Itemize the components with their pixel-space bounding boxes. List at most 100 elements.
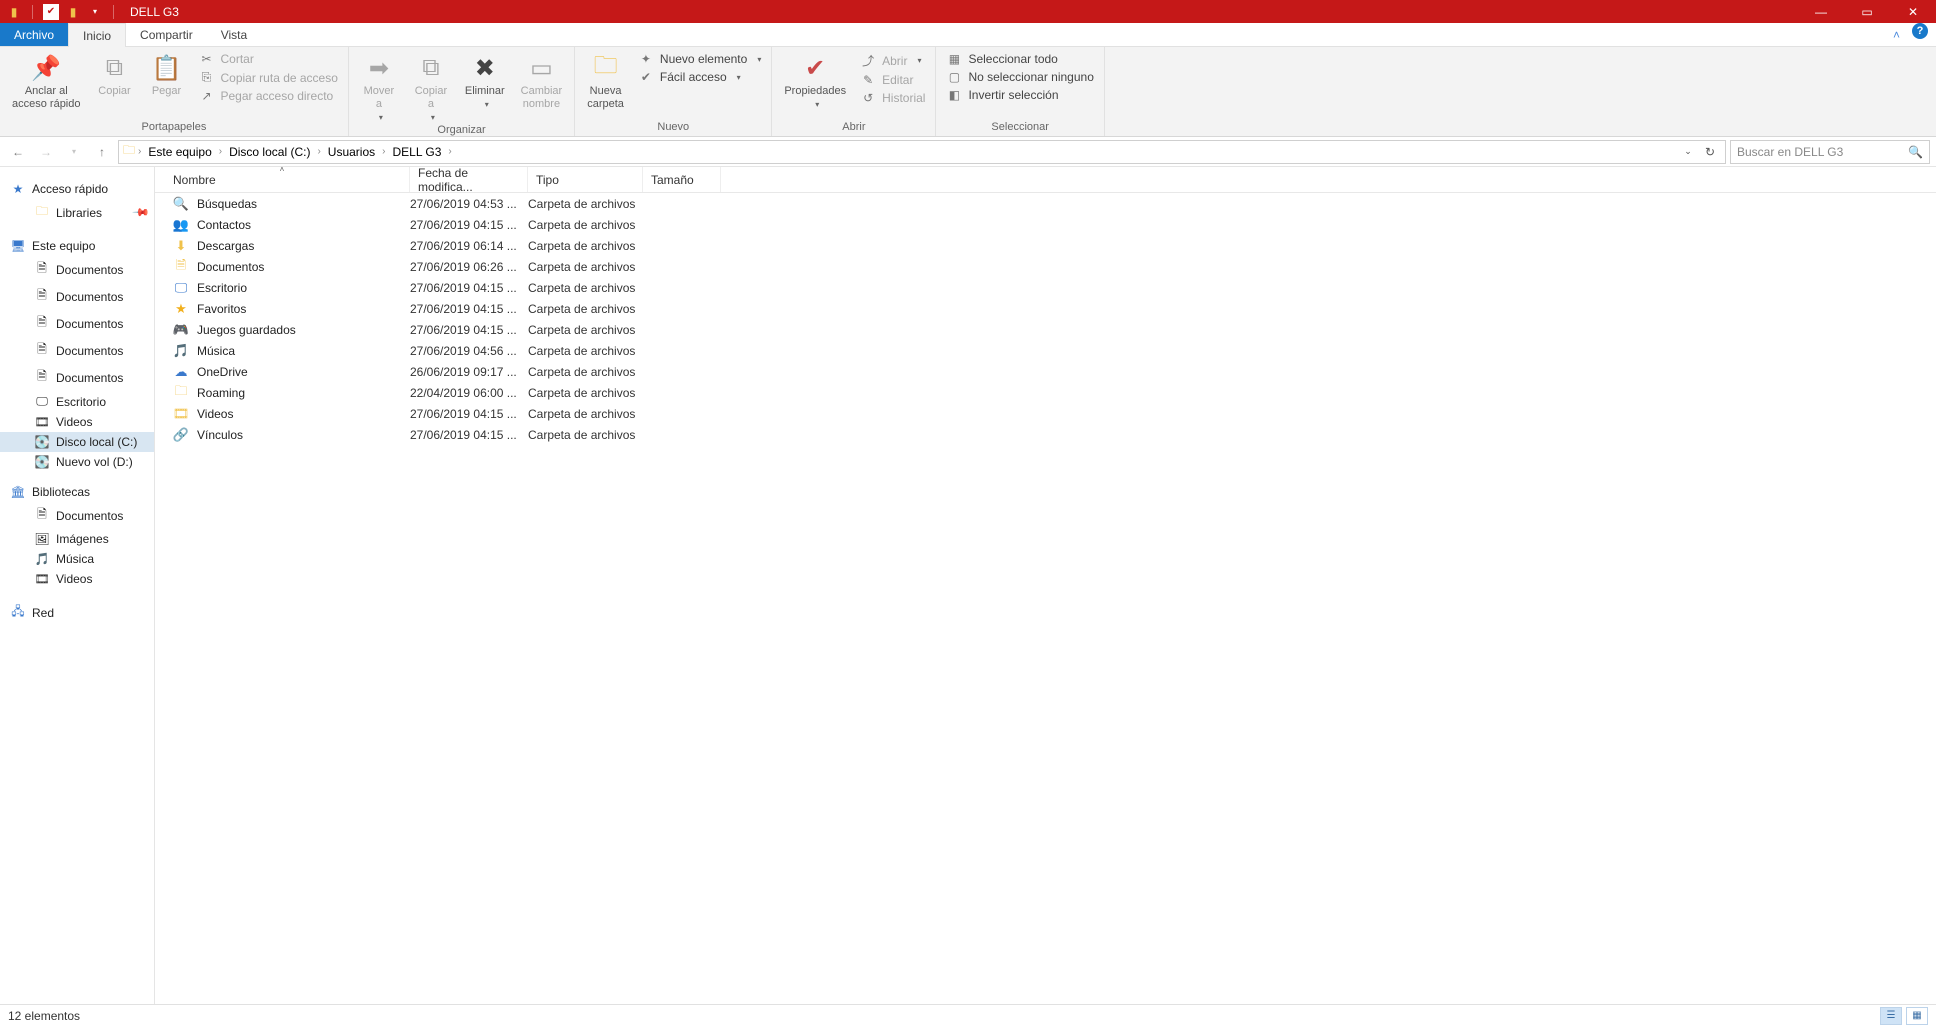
breadcrumb-segment[interactable]: Usuarios: [324, 141, 379, 163]
delete-button[interactable]: ✖Eliminar: [459, 49, 511, 109]
up-button[interactable]: ↑: [90, 140, 114, 164]
chevron-right-icon[interactable]: ›: [447, 141, 452, 163]
copy-path-button[interactable]: ⎘Copiar ruta de acceso: [195, 69, 342, 86]
tab-compartir[interactable]: Compartir: [126, 23, 207, 46]
file-row[interactable]: 🎮Juegos guardados27/06/2019 04:15 ...Car…: [155, 319, 1936, 340]
address-bar[interactable]: 🗀 › Este equipo › Disco local (C:) › Usu…: [118, 140, 1726, 164]
maximize-button[interactable]: ▭: [1844, 0, 1890, 23]
navigation-tree[interactable]: ★Acceso rápido 🗀Libraries📌 🖥Este equipo …: [0, 167, 155, 1004]
select-all-button[interactable]: ▦Seleccionar todo: [942, 51, 1097, 67]
copy-button[interactable]: ⧉ Copiar: [91, 49, 139, 98]
column-size[interactable]: Tamaño: [643, 167, 721, 192]
tree-this-pc[interactable]: 🖥Este equipo: [0, 236, 154, 256]
ribbon-group-label: Organizar: [355, 122, 568, 139]
chevron-right-icon[interactable]: ›: [137, 141, 142, 163]
tree-item[interactable]: 🗎Documentos: [0, 283, 154, 310]
column-date[interactable]: Fecha de modifica...: [410, 167, 528, 192]
edit-button[interactable]: ✎Editar: [856, 72, 929, 88]
paste-icon: 📋: [152, 53, 182, 83]
tree-item[interactable]: 💽Nuevo vol (D:): [0, 452, 154, 472]
tree-item[interactable]: 🎞Videos: [0, 569, 154, 589]
file-row[interactable]: ☁OneDrive26/06/2019 09:17 ...Carpeta de …: [155, 361, 1936, 382]
search-icon[interactable]: 🔍: [1908, 145, 1923, 159]
paste-button[interactable]: 📋 Pegar: [143, 49, 191, 98]
file-type: Carpeta de archivos: [528, 218, 643, 232]
view-details-button[interactable]: ☰: [1880, 1007, 1902, 1025]
collapse-ribbon-button[interactable]: ˄: [1885, 23, 1908, 46]
copy-to-button[interactable]: ⧉Copiar a: [407, 49, 455, 122]
tree-libraries-root[interactable]: 🏛Bibliotecas: [0, 482, 154, 502]
tab-inicio[interactable]: Inicio: [68, 23, 126, 47]
select-none-button[interactable]: ▢No seleccionar ninguno: [942, 69, 1097, 85]
tree-item[interactable]: 🗎Documentos: [0, 364, 154, 391]
file-row[interactable]: 🔗Vínculos27/06/2019 04:15 ...Carpeta de …: [155, 424, 1936, 445]
menu-bar: Archivo Inicio Compartir Vista ˄ ?: [0, 23, 1936, 47]
tree-quick-access[interactable]: ★Acceso rápido: [0, 179, 154, 199]
tree-item[interactable]: 🎵Música: [0, 549, 154, 569]
tab-vista[interactable]: Vista: [207, 23, 261, 46]
address-dropdown[interactable]: ⌄: [1677, 141, 1699, 163]
file-row[interactable]: 🔍Búsquedas27/06/2019 04:53 ...Carpeta de…: [155, 193, 1936, 214]
tree-item[interactable]: 💽Disco local (C:): [0, 432, 154, 452]
file-icon: ☁: [173, 364, 189, 380]
view-large-button[interactable]: ▦: [1906, 1007, 1928, 1025]
rename-button[interactable]: ▭Cambiar nombre: [515, 49, 569, 111]
tree-item[interactable]: 🗎Documentos: [0, 337, 154, 364]
cut-button[interactable]: ✂Cortar: [195, 51, 342, 67]
column-type[interactable]: Tipo: [528, 167, 643, 192]
file-icon: 🎮: [173, 322, 189, 338]
open-button[interactable]: ⤴Abrir: [856, 51, 929, 70]
file-row[interactable]: 🗎Documentos27/06/2019 06:26 ...Carpeta d…: [155, 256, 1936, 277]
breadcrumb-segment[interactable]: Este equipo: [144, 141, 215, 163]
back-button[interactable]: ←: [6, 140, 30, 164]
new-folder-button[interactable]: 🗀Nueva carpeta: [581, 49, 630, 111]
chevron-right-icon[interactable]: ›: [316, 141, 321, 163]
file-row[interactable]: 🎵Música27/06/2019 04:56 ...Carpeta de ar…: [155, 340, 1936, 361]
file-type: Carpeta de archivos: [528, 239, 643, 253]
file-row[interactable]: ⬇Descargas27/06/2019 06:14 ...Carpeta de…: [155, 235, 1936, 256]
search-box[interactable]: 🔍: [1730, 140, 1930, 164]
qat-dropdown-icon[interactable]: ▾: [87, 4, 103, 20]
file-row[interactable]: ★Favoritos27/06/2019 04:15 ...Carpeta de…: [155, 298, 1936, 319]
invert-selection-button[interactable]: ◧Invertir selección: [942, 87, 1097, 103]
file-row[interactable]: 🎞Videos27/06/2019 04:15 ...Carpeta de ar…: [155, 403, 1936, 424]
tree-item[interactable]: 🗎Documentos: [0, 502, 154, 529]
chevron-right-icon[interactable]: ›: [218, 141, 223, 163]
breadcrumb-segment[interactable]: Disco local (C:): [225, 141, 314, 163]
paste-shortcut-button[interactable]: ↗Pegar acceso directo: [195, 88, 342, 104]
new-item-button[interactable]: ✦Nuevo elemento: [634, 51, 765, 67]
tree-network[interactable]: 🖧Red: [0, 599, 154, 626]
search-input[interactable]: [1737, 145, 1908, 159]
pin-quick-access-button[interactable]: 📌 Anclar al acceso rápido: [6, 49, 87, 111]
tree-item[interactable]: 🖼Imágenes: [0, 529, 154, 549]
file-date: 27/06/2019 04:15 ...: [410, 302, 528, 316]
file-row[interactable]: 🖵Escritorio27/06/2019 04:15 ...Carpeta d…: [155, 277, 1936, 298]
folder-icon: 🗀: [123, 141, 135, 162]
tree-item[interactable]: 🎞Videos: [0, 412, 154, 432]
tree-item-label: Escritorio: [56, 395, 106, 409]
file-row[interactable]: 🗀Roaming22/04/2019 06:00 ...Carpeta de a…: [155, 382, 1936, 403]
qat-properties-icon[interactable]: ✔: [43, 4, 59, 20]
breadcrumb-segment[interactable]: DELL G3: [389, 141, 446, 163]
tree-libraries[interactable]: 🗀Libraries📌: [0, 199, 154, 226]
forward-button[interactable]: →: [34, 140, 58, 164]
chevron-right-icon[interactable]: ›: [381, 141, 386, 163]
file-rows[interactable]: 🔍Búsquedas27/06/2019 04:53 ...Carpeta de…: [155, 193, 1936, 1004]
file-row[interactable]: 👥Contactos27/06/2019 04:15 ...Carpeta de…: [155, 214, 1936, 235]
properties-button[interactable]: ✔Propiedades: [778, 49, 852, 109]
minimize-button[interactable]: —: [1798, 0, 1844, 23]
qat-folder-icon[interactable]: ▮: [65, 4, 81, 20]
recent-dropdown[interactable]: ▾: [62, 140, 86, 164]
close-button[interactable]: ✕: [1890, 0, 1936, 23]
history-button[interactable]: ↺Historial: [856, 90, 929, 106]
move-to-button[interactable]: ➡Mover a: [355, 49, 403, 122]
tree-item[interactable]: 🗎Documentos: [0, 310, 154, 337]
tab-file[interactable]: Archivo: [0, 23, 68, 46]
app-icon: ▮: [6, 4, 22, 20]
tree-item[interactable]: 🗎Documentos: [0, 256, 154, 283]
help-button[interactable]: ?: [1912, 23, 1928, 39]
easy-access-button[interactable]: ✔Fácil acceso: [634, 69, 765, 85]
column-name[interactable]: Nombre˄: [155, 167, 410, 192]
tree-item[interactable]: 🖵Escritorio: [0, 391, 154, 412]
refresh-button[interactable]: ↻: [1699, 141, 1721, 163]
